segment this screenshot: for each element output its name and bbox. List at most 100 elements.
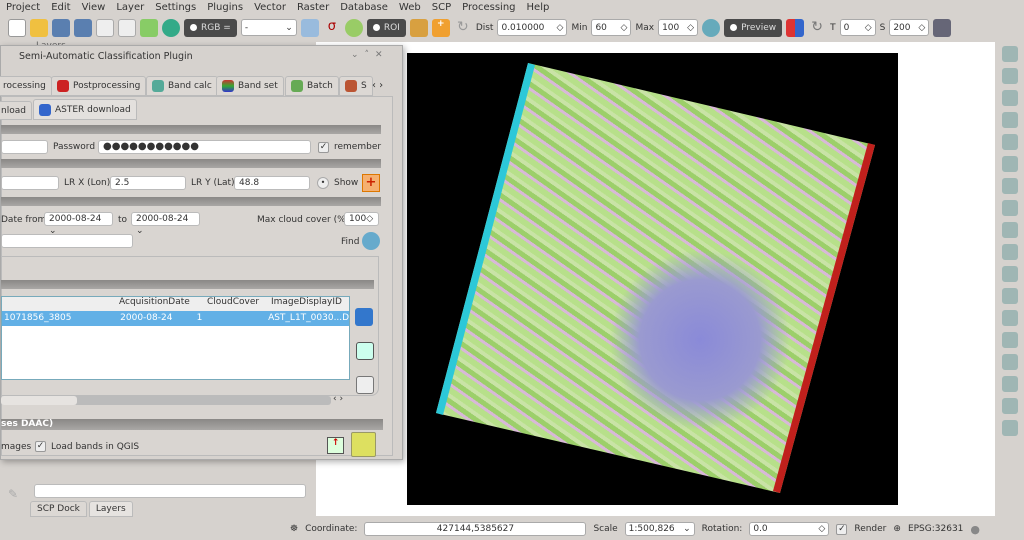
zoom-out-icon[interactable] (1001, 112, 1018, 128)
window-controls[interactable]: ⌄˄✕ (351, 50, 389, 60)
new-project-icon[interactable] (8, 18, 26, 37)
bookmark-icon[interactable] (1001, 376, 1018, 392)
menu-edit[interactable]: Edit (51, 2, 70, 13)
menu-plugins[interactable]: Plugins (207, 2, 243, 13)
menu-database[interactable]: Database (340, 2, 388, 13)
dist-input[interactable]: 0.010000 ◇ (497, 19, 568, 36)
menu-vector[interactable]: Vector (254, 2, 286, 13)
menu-processing[interactable]: Processing (462, 2, 515, 13)
std-dev-icon[interactable]: σ (323, 19, 341, 37)
rgb-toggle[interactable]: RGB = (184, 18, 237, 37)
tab-layers[interactable]: Layers (88, 501, 133, 517)
tab-postprocessing[interactable]: Postprocessing (51, 76, 147, 96)
redo-icon[interactable]: ↻ (454, 19, 472, 37)
s-input[interactable]: 200 ◇ (889, 19, 930, 36)
remove-row-icon[interactable] (356, 342, 374, 360)
rotation-input[interactable]: 0.0 ◇ (749, 522, 830, 536)
annotation-icon[interactable] (1001, 398, 1018, 414)
tab-batch[interactable]: Batch (285, 76, 339, 96)
roi-polygon-icon[interactable] (409, 18, 428, 37)
clear-table-icon[interactable] (356, 376, 374, 394)
stretch-icon[interactable] (300, 18, 319, 37)
min-input[interactable]: 60 ◇ (591, 19, 632, 36)
scale-select[interactable]: 1:500,826 ⌄ (624, 522, 695, 536)
menu-view[interactable]: View (82, 2, 106, 13)
column-cloud-cover[interactable]: CloudCover (202, 297, 268, 311)
menu-settings[interactable]: Settings (155, 2, 196, 13)
menu-raster[interactable]: Raster (297, 2, 329, 13)
pan-to-selection-icon[interactable] (1001, 68, 1018, 84)
tab-preprocessing[interactable]: rocessing (0, 76, 52, 96)
preview-toggle[interactable]: Preview (724, 18, 783, 37)
menu-web[interactable]: Web (399, 2, 421, 13)
layers-filter-input[interactable] (34, 484, 306, 498)
select-icon[interactable] (1001, 222, 1018, 238)
column-image-display-id[interactable]: ImageDisplayID (268, 297, 348, 311)
lr-input-prev[interactable] (1, 176, 59, 190)
date-from-input[interactable]: 2000-08-24 ⌄ (44, 212, 113, 236)
pencil-icon[interactable]: ✎ (8, 487, 18, 501)
deselect-icon[interactable] (1001, 244, 1018, 260)
column-acquisition-date[interactable]: AcquisitionDate (119, 297, 202, 311)
save-project-icon[interactable] (52, 18, 70, 37)
redo-preview-icon[interactable]: ↻ (808, 19, 826, 37)
messages-icon[interactable]: ● (970, 523, 980, 536)
tab-band-calc[interactable]: Band calc (146, 76, 218, 96)
run-button[interactable] (351, 432, 376, 457)
results-filter-input[interactable] (1, 234, 133, 248)
roi-toggle[interactable]: ROI (366, 18, 406, 37)
date-to-input[interactable]: 2000-08-24 ⌄ (131, 212, 200, 236)
tab-scroll-arrows[interactable]: ‹ › (372, 80, 383, 91)
text-annotation-icon[interactable] (1001, 420, 1018, 436)
show-radio[interactable]: • (317, 177, 329, 189)
attribute-table-icon[interactable] (1001, 288, 1018, 304)
scroll-arrows[interactable]: ‹ › (333, 394, 343, 404)
menu-layer[interactable]: Layer (116, 2, 144, 13)
find-button[interactable] (362, 232, 380, 250)
menu-project[interactable]: Project (6, 2, 40, 13)
band-set-icon[interactable] (140, 18, 158, 37)
identify-icon[interactable] (1001, 178, 1018, 194)
t-input[interactable]: 0 ◇ (839, 19, 876, 36)
zoom-full-icon[interactable] (1001, 156, 1018, 172)
user-input[interactable] (1, 140, 48, 154)
zoom-in-icon[interactable] (1001, 90, 1018, 106)
field-calc-icon[interactable] (1001, 310, 1018, 326)
subtab-download[interactable]: nload (0, 101, 32, 120)
remember-checkbox[interactable]: ✓ (318, 142, 329, 153)
menu-scp[interactable]: SCP (432, 2, 451, 13)
password-input[interactable]: ●●●●●●●●●●● (98, 140, 311, 154)
preview-color-icon[interactable] (786, 18, 805, 37)
crs-button[interactable]: EPSG:32631 (908, 524, 963, 534)
render-checkbox[interactable]: ✓ (836, 523, 848, 535)
export-button[interactable]: ↑ (327, 437, 344, 454)
tab-band-set[interactable]: Band set (216, 76, 284, 96)
tab-scp-dock[interactable]: SCP Dock (30, 501, 87, 517)
table-row[interactable]: 1071856_3805 2000-08-24 11... 1 AST_L1T_… (2, 311, 349, 338)
expression-icon[interactable] (1001, 266, 1018, 282)
zoom-preview-icon[interactable] (702, 18, 721, 37)
zoom-roi-icon[interactable] (344, 18, 363, 37)
load-bands-checkbox[interactable]: ✓ (35, 441, 46, 452)
measure-icon[interactable] (1001, 332, 1018, 348)
composer-manager-icon[interactable] (118, 18, 136, 37)
new-print-composer-icon[interactable] (96, 18, 114, 37)
open-project-icon[interactable] (30, 18, 48, 37)
zoom-native-icon[interactable] (1001, 134, 1018, 150)
horizontal-scrollbar[interactable] (1, 396, 331, 405)
download-metadata-icon[interactable] (355, 308, 373, 326)
coordinate-input[interactable]: 427144,5385627 (364, 522, 587, 536)
subtab-aster-download[interactable]: ASTER download (33, 99, 137, 120)
add-roi-icon[interactable]: + (431, 18, 450, 37)
pan-icon[interactable] (1001, 46, 1018, 62)
cloud-cover-input[interactable]: 100◇ (344, 212, 379, 226)
map-tips-icon[interactable] (1001, 354, 1018, 370)
rgb-select[interactable]: - ⌄ (240, 19, 297, 36)
add-area-button[interactable]: + (362, 174, 380, 192)
remove-temp-files-icon[interactable] (933, 18, 952, 37)
save-as-icon[interactable] (74, 18, 92, 37)
lry-input[interactable]: 48.8 (234, 176, 310, 190)
menu-help[interactable]: Help (527, 2, 550, 13)
action-icon[interactable] (1001, 200, 1018, 216)
zoom-raster-icon[interactable] (162, 18, 180, 37)
